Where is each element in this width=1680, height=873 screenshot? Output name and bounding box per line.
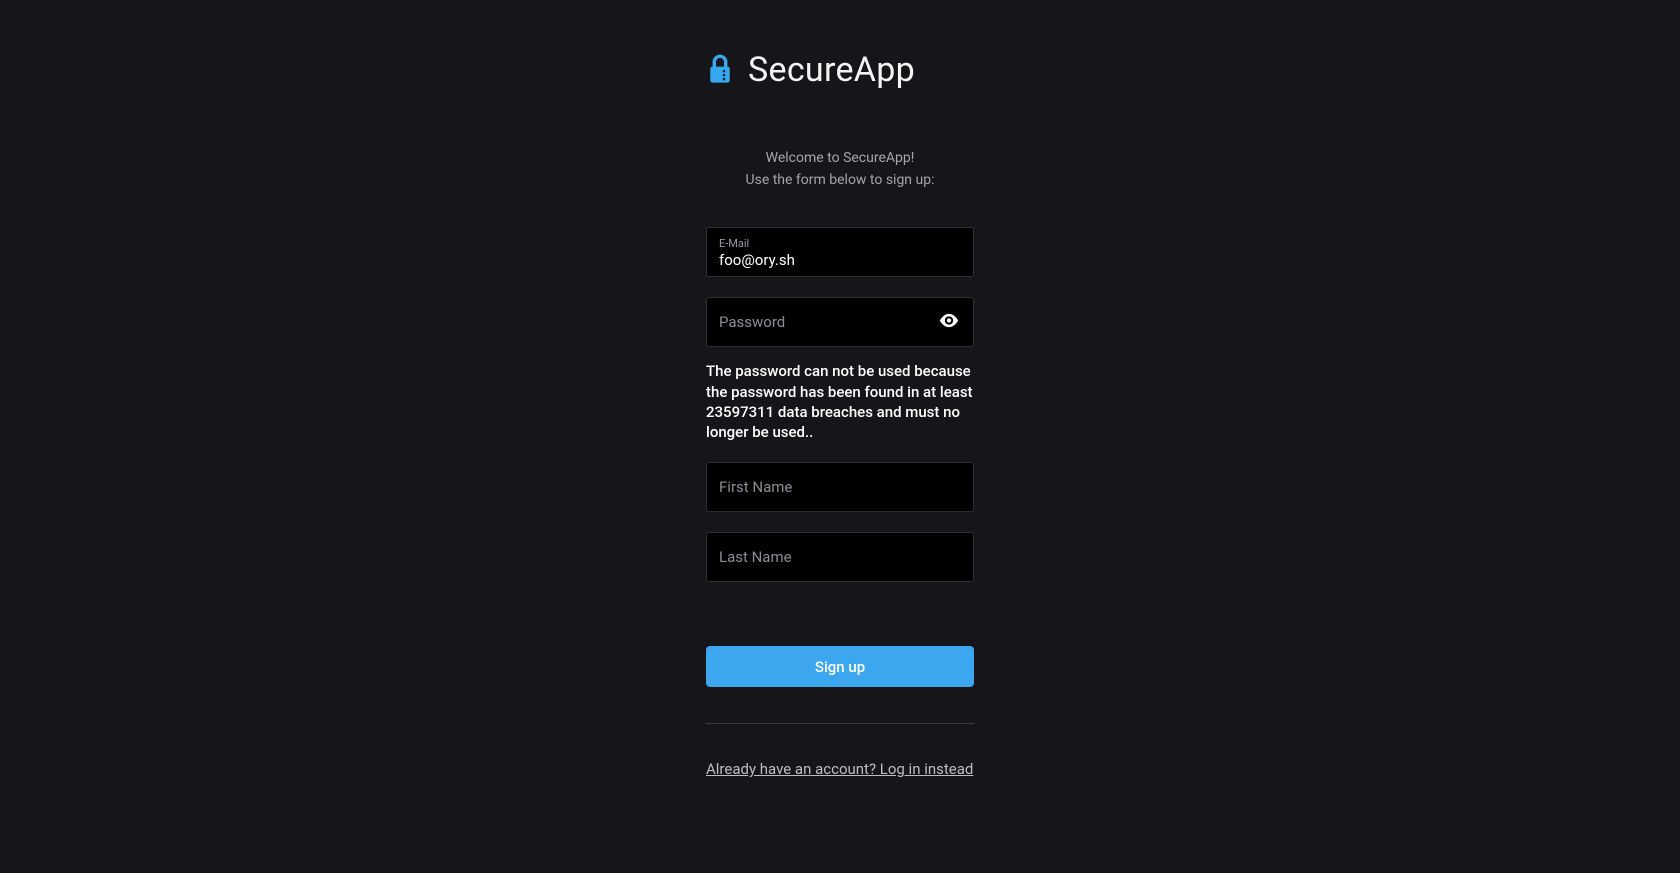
welcome-line-1: Welcome to SecureApp! [706, 148, 974, 170]
eye-icon [939, 314, 959, 331]
last-name-field[interactable] [719, 548, 961, 566]
password-field[interactable] [719, 313, 961, 331]
signup-page: SecureApp Welcome to SecureApp! Use the … [0, 0, 1680, 838]
login-instead-link[interactable]: Already have an account? Log in instead [706, 760, 974, 778]
signup-form: Welcome to SecureApp! Use the form below… [706, 148, 974, 778]
toggle-password-visibility-button[interactable] [935, 310, 963, 335]
divider [706, 723, 974, 724]
welcome-text: Welcome to SecureApp! Use the form below… [706, 148, 974, 191]
lock-icon [706, 54, 734, 86]
signup-button[interactable]: Sign up [706, 646, 974, 687]
first-name-field-wrap[interactable] [706, 462, 974, 512]
password-error-message: The password can not be used because the… [706, 361, 974, 442]
app-logo-row: SecureApp [706, 50, 974, 90]
email-label: E-Mail [719, 237, 749, 250]
last-name-field-wrap[interactable] [706, 532, 974, 582]
first-name-field[interactable] [719, 478, 961, 496]
email-field[interactable] [719, 251, 961, 269]
app-title: SecureApp [748, 50, 915, 90]
email-field-wrap[interactable]: E-Mail [706, 227, 974, 277]
welcome-line-2: Use the form below to sign up: [706, 170, 974, 192]
password-field-wrap[interactable] [706, 297, 974, 347]
